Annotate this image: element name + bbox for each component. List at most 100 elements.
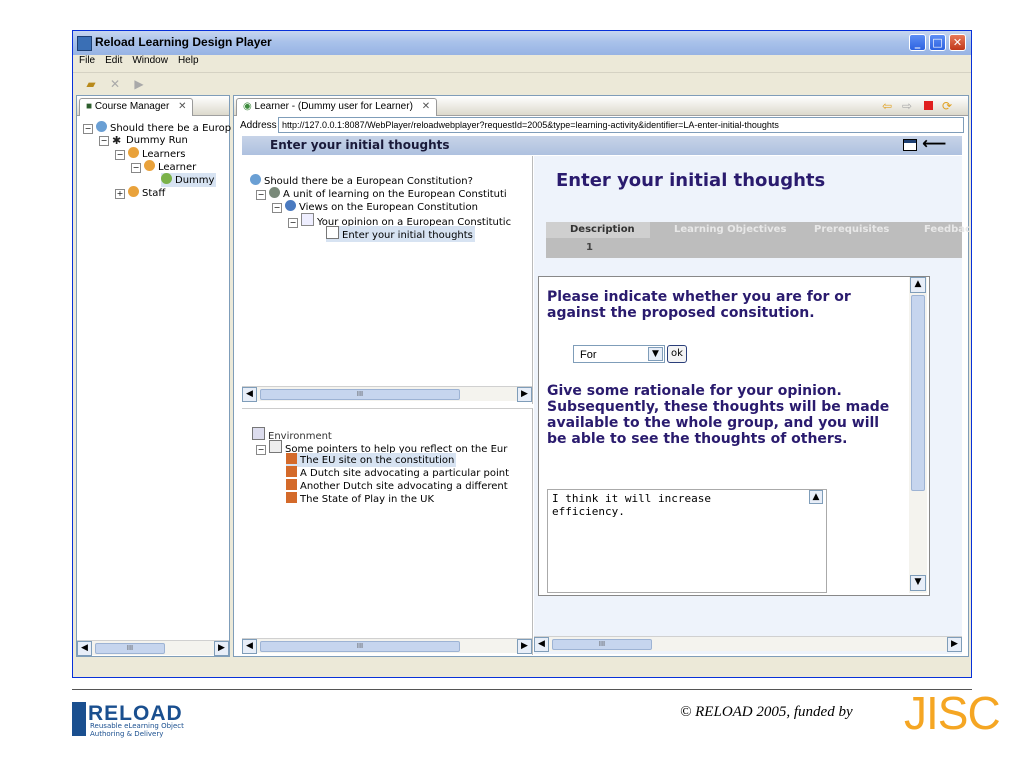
question-2: Give some rationale for your opinion. Su… xyxy=(547,383,890,447)
rationale-textarea[interactable]: I think it will increase efficiency. xyxy=(547,489,827,593)
delete-icon[interactable]: ✕ xyxy=(107,76,123,92)
tree-node-staff[interactable]: + Staff xyxy=(115,186,165,200)
ok-button[interactable]: ok xyxy=(667,345,687,363)
scrollbar-thumb[interactable]: III xyxy=(552,639,652,650)
tab-learning-objectives[interactable]: Learning Objectives xyxy=(674,224,786,235)
forward-arrow-icon[interactable]: ⇨ xyxy=(902,99,912,113)
tab-learner[interactable]: ◉ Learner - (Dummy user for Learner) ✕ xyxy=(236,98,438,116)
globe-icon xyxy=(286,492,297,503)
run-icon[interactable]: ▶ xyxy=(131,76,147,92)
opinion-select[interactable]: For ▼ xyxy=(573,345,665,363)
title-bar[interactable]: Reload Learning Design Player _ □ ✕ xyxy=(73,31,971,55)
app-window: Reload Learning Design Player _ □ ✕ File… xyxy=(72,30,972,678)
environment-icon xyxy=(252,427,265,440)
menu-file[interactable]: File xyxy=(79,55,95,66)
close-icon[interactable]: ✕ xyxy=(178,101,186,112)
menu-window[interactable]: Window xyxy=(132,55,168,66)
activity-node-act[interactable]: − Views on the European Constitution xyxy=(272,200,478,214)
jisc-logo: JISC xyxy=(904,687,1001,739)
act-icon xyxy=(285,200,296,211)
tab-course-manager[interactable]: ■ Course Manager ✕ xyxy=(79,98,194,116)
scrollbar-thumb[interactable]: III xyxy=(260,389,460,400)
tab-prerequisites[interactable]: Prerequisites xyxy=(814,224,889,235)
menu-edit[interactable]: Edit xyxy=(105,55,122,66)
window-title: Reload Learning Design Player xyxy=(95,35,272,49)
tab-feedback[interactable]: Feedbac xyxy=(924,224,971,235)
scroll-left-button[interactable]: ◀ xyxy=(534,637,549,652)
horizontal-scrollbar[interactable]: ◀ III ▶ xyxy=(77,640,229,656)
horizontal-scrollbar[interactable]: ◀ III ▶ xyxy=(534,636,962,652)
scroll-up-button[interactable]: ▲ xyxy=(910,277,926,293)
app-icon xyxy=(77,36,92,51)
collapse-arrow-icon[interactable]: ⟵ xyxy=(922,134,946,154)
scrollbar-thumb[interactable]: III xyxy=(95,643,165,654)
activity-icon xyxy=(326,226,339,239)
open-folder-icon[interactable]: ▰ xyxy=(83,76,99,92)
menu-bar: File Edit Window Help xyxy=(73,55,971,71)
layout-icon[interactable] xyxy=(903,139,917,151)
tab-body-row: 1 xyxy=(546,238,962,258)
scroll-left-button[interactable]: ◀ xyxy=(242,639,257,654)
player-header: Enter your initial thoughts ⟵ xyxy=(242,134,962,155)
course-manager-tabbar: ■ Course Manager ✕ xyxy=(77,96,229,116)
refresh-icon[interactable]: ⟳ xyxy=(942,99,952,113)
menu-help[interactable]: Help xyxy=(178,55,199,66)
scrollbar-thumb[interactable]: III xyxy=(260,641,460,652)
unit-icon xyxy=(96,121,107,132)
activity-node-selected[interactable]: Enter your initial thoughts xyxy=(326,226,475,242)
scroll-right-button[interactable]: ▶ xyxy=(947,637,962,652)
tab-learner-label: Learner - (Dummy user for Learner) xyxy=(254,101,413,112)
copyright-text: © RELOAD 2005, funded by xyxy=(680,704,853,720)
tree-node-learners[interactable]: − Learners xyxy=(115,147,185,161)
globe-icon xyxy=(286,466,297,477)
textarea-scroll-up-button[interactable]: ▲ xyxy=(809,490,823,504)
play-icon xyxy=(269,187,280,198)
horizontal-scrollbar[interactable]: ◀ III ▶ xyxy=(242,386,532,402)
tree-node-learner[interactable]: − Learner xyxy=(131,160,196,174)
tree-node-unit[interactable]: − Should there be a Europ xyxy=(83,121,231,135)
scroll-right-button[interactable]: ▶ xyxy=(517,639,532,654)
scroll-left-button[interactable]: ◀ xyxy=(242,387,257,402)
environment-link-3[interactable]: Another Dutch site advocating a differen… xyxy=(286,479,508,493)
scrollbar-thumb[interactable] xyxy=(911,295,925,491)
logo-sub-1: Reusable eLearning Object xyxy=(90,722,184,730)
close-button[interactable]: ✕ xyxy=(949,34,966,51)
tab-course-manager-label: Course Manager xyxy=(94,101,170,112)
tree-node-run[interactable]: − ✱ Dummy Run xyxy=(99,134,188,147)
vertical-scrollbar[interactable]: ▲ ▼ xyxy=(909,277,927,593)
group-icon xyxy=(128,186,139,197)
environment-pane: Environment − Some pointers to help you r… xyxy=(242,408,533,655)
question-1: Please indicate whether you are for or a… xyxy=(547,289,851,321)
scroll-right-button[interactable]: ▶ xyxy=(214,641,229,656)
globe-icon xyxy=(286,453,297,464)
minimize-button[interactable]: _ xyxy=(909,34,926,51)
environment-link-2[interactable]: A Dutch site advocating a particular poi… xyxy=(286,466,509,480)
unit-icon xyxy=(250,174,261,185)
learner-panel: ◉ Learner - (Dummy user for Learner) ✕ ⇦… xyxy=(233,95,971,657)
scroll-right-button[interactable]: ▶ xyxy=(517,387,532,402)
chevron-down-icon[interactable]: ▼ xyxy=(648,347,663,361)
close-icon[interactable]: ✕ xyxy=(422,101,430,112)
activity-tree-pane: Should there be a European Constitution?… xyxy=(242,156,533,404)
tree-node-dummy[interactable]: Dummy xyxy=(161,173,217,187)
user-icon xyxy=(161,173,172,184)
folder-icon xyxy=(269,440,282,453)
globe-icon xyxy=(286,479,297,490)
environment-link-1[interactable]: The EU site on the constitution xyxy=(286,453,457,467)
content-tabs: Description Learning Objectives Prerequi… xyxy=(546,222,971,238)
toolbar: ▰ ✕ ▶ xyxy=(73,72,971,95)
scroll-left-button[interactable]: ◀ xyxy=(77,641,92,656)
learner-tabbar: ◉ Learner - (Dummy user for Learner) ✕ ⇦… xyxy=(234,96,968,116)
footer-divider xyxy=(72,689,972,690)
stop-icon[interactable] xyxy=(924,101,933,110)
address-input[interactable]: http://127.0.0.1:8087/WebPlayer/reloadwe… xyxy=(278,117,964,133)
scroll-down-button[interactable]: ▼ xyxy=(910,575,926,591)
horizontal-scrollbar[interactable]: ◀ III ▶ xyxy=(242,638,532,654)
tab-description[interactable]: Description xyxy=(546,222,650,238)
description-frame: Please indicate whether you are for or a… xyxy=(538,276,930,596)
maximize-button[interactable]: □ xyxy=(929,34,946,51)
activity-node-unit[interactable]: Should there be a European Constitution? xyxy=(250,174,473,188)
back-arrow-icon[interactable]: ⇦ xyxy=(882,99,892,113)
environment-link-4[interactable]: The State of Play in the UK xyxy=(286,492,434,506)
activity-node-play[interactable]: − A unit of learning on the European Cons… xyxy=(256,187,507,201)
